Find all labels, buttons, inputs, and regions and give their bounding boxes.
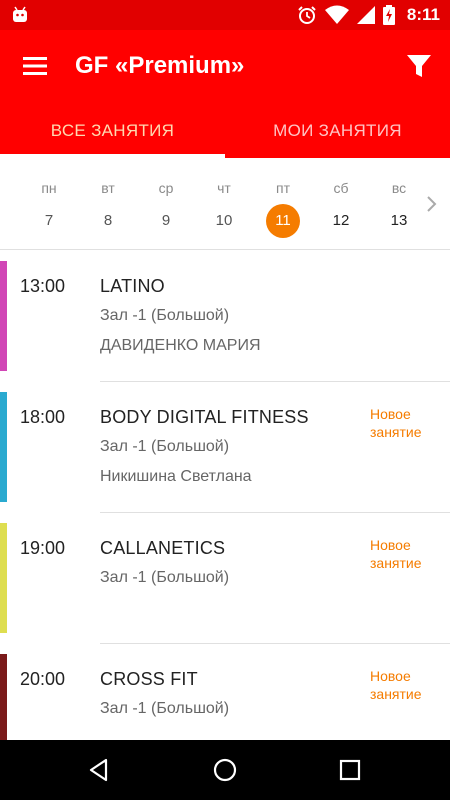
class-hall: Зал -1 (Большой) (100, 307, 230, 324)
tab-label: МОИ ЗАНЯТИЯ (273, 121, 402, 140)
day-name: вт (101, 180, 115, 196)
class-time: 19:00 (20, 538, 66, 558)
class-name: CALLANETICS (100, 538, 226, 558)
day-sat[interactable]: сб 12 (321, 158, 361, 238)
navigation-bar (0, 740, 450, 800)
class-color-bar (0, 523, 7, 633)
class-item[interactable]: 18:00 BODY DIGITAL FITNESS Зал -1 (Больш… (0, 382, 450, 513)
tab-all-classes[interactable]: ВСЕ ЗАНЯТИЯ (0, 102, 225, 158)
day-name: пт (276, 180, 290, 196)
class-trainer: ДАВИДЕНКО МАРИЯ (100, 337, 261, 354)
class-color-bar (0, 261, 7, 371)
tab-label: ВСЕ ЗАНЯТИЯ (50, 121, 175, 140)
class-name: LATINO (100, 276, 165, 296)
class-time: 18:00 (20, 407, 66, 427)
day-name: пн (41, 180, 57, 196)
day-number: 8 (103, 212, 113, 229)
day-name: ср (158, 180, 174, 196)
week-selector: пн 7 вт 8 ср 9 чт 10 пт 11 сб 12 вс 13 (0, 158, 450, 250)
class-hall: Зал -1 (Большой) (100, 438, 230, 455)
day-name: вс (391, 180, 407, 196)
home-icon[interactable] (210, 755, 240, 785)
class-time: 13:00 (20, 276, 66, 296)
class-name: CROSS FIT (100, 669, 198, 689)
day-wed[interactable]: ср 9 (146, 158, 186, 238)
class-name: BODY DIGITAL FITNESS (100, 407, 309, 427)
new-class-badge: Новое занятие (370, 537, 422, 571)
alarm-icon (298, 6, 316, 24)
day-name: чт (217, 180, 231, 196)
recents-icon[interactable] (335, 755, 365, 785)
menu-icon[interactable] (18, 52, 52, 80)
class-hall: Зал -1 (Большой) (100, 700, 230, 717)
status-time: 8:11 (406, 5, 440, 24)
wifi-icon (324, 5, 349, 24)
app-bar: GF «Premium» (0, 30, 450, 102)
class-trainer: Никишина Светлана (100, 468, 252, 485)
status-icons: 8:11 (297, 0, 440, 30)
tab-my-classes[interactable]: МОИ ЗАНЯТИЯ (225, 102, 450, 158)
day-thu[interactable]: чт 10 (204, 158, 244, 238)
day-tue[interactable]: вт 8 (88, 158, 128, 238)
day-number: 10 (215, 212, 233, 229)
day-number: 12 (332, 212, 350, 229)
day-number-selected: 11 (266, 204, 300, 238)
new-class-badge: Новое занятие (370, 406, 422, 440)
back-icon[interactable] (84, 755, 114, 785)
day-mon[interactable]: пн 7 (29, 158, 69, 238)
new-class-badge: Новое занятие (370, 668, 422, 702)
class-hall: Зал -1 (Большой) (100, 569, 230, 586)
android-icon (13, 6, 27, 22)
day-number: 9 (161, 212, 171, 229)
signal-icon (356, 6, 375, 24)
app-title: GF «Premium» (75, 52, 245, 79)
status-bar: 8:11 (0, 0, 450, 30)
filter-icon[interactable] (404, 51, 434, 81)
class-color-bar (0, 392, 7, 502)
day-number: 7 (44, 212, 54, 229)
day-sun[interactable]: вс 13 (379, 158, 419, 238)
battery-charging-icon (382, 5, 395, 25)
day-number: 13 (390, 212, 408, 229)
class-time: 20:00 (20, 669, 66, 689)
class-item[interactable]: 13:00 LATINO Зал -1 (Большой) ДАВИДЕНКО … (0, 251, 450, 382)
class-item[interactable]: 19:00 CALLANETICS Зал -1 (Большой) Новое… (0, 513, 450, 644)
day-name: сб (333, 180, 349, 196)
chevron-right-icon[interactable] (424, 194, 440, 214)
day-fri[interactable]: пт 11 (263, 158, 303, 238)
tab-bar: ВСЕ ЗАНЯТИЯ МОИ ЗАНЯТИЯ (0, 102, 450, 158)
